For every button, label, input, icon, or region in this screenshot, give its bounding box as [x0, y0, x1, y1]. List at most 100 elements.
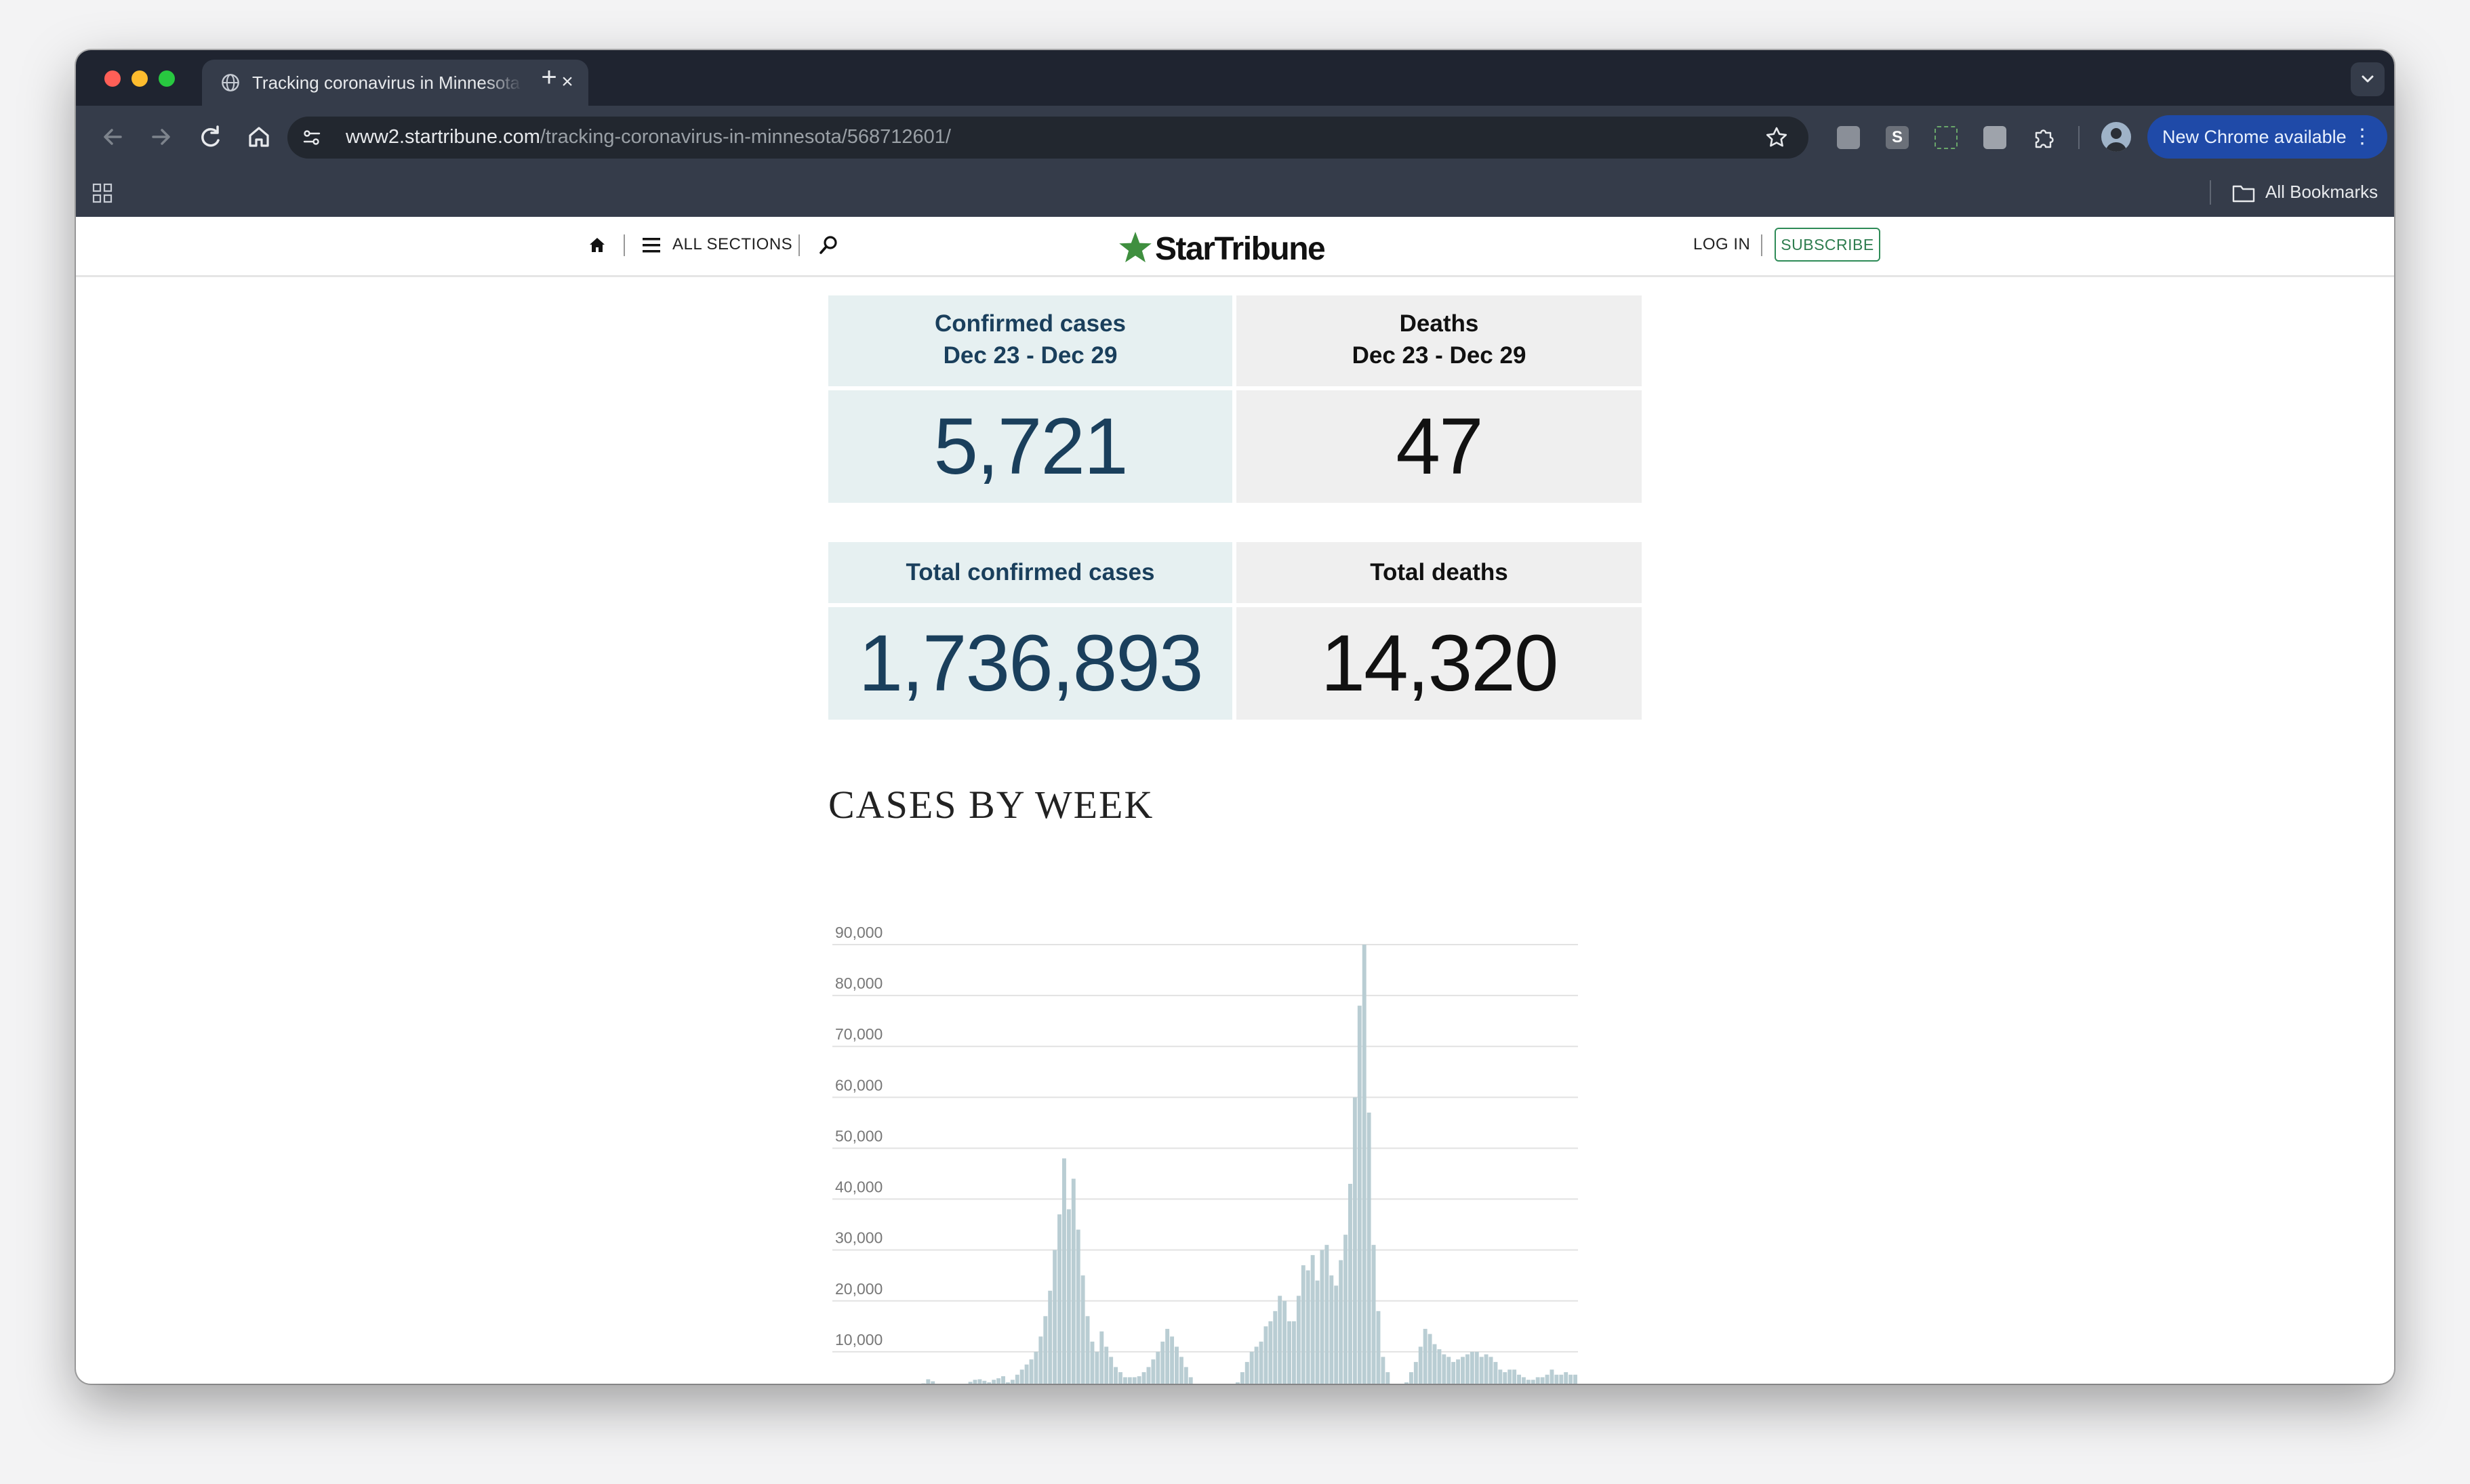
home-icon[interactable]	[586, 233, 609, 256]
bar	[1362, 945, 1366, 1384]
bar	[1296, 1296, 1301, 1384]
bar	[1418, 1346, 1423, 1384]
bar	[1498, 1369, 1503, 1384]
extension-s-icon[interactable]: S	[1886, 126, 1909, 149]
weekly-cases-box: 5,721	[828, 390, 1232, 503]
bar	[1503, 1372, 1507, 1384]
weekly-deaths-value: 47	[1396, 402, 1483, 491]
bar	[1385, 1372, 1390, 1384]
bar	[1278, 1296, 1282, 1384]
bar	[1137, 1376, 1141, 1384]
header-divider	[798, 234, 800, 256]
bookmarks-bar: All Bookmarks	[76, 168, 2394, 218]
total-deaths-box: 14,320	[1236, 607, 1642, 720]
subscribe-button[interactable]: SUBSCRIBE	[1775, 228, 1880, 262]
extension-icon-1[interactable]	[1837, 126, 1860, 149]
bar	[968, 1382, 973, 1384]
bar	[1456, 1359, 1461, 1384]
weekly-cases-value: 5,721	[933, 402, 1128, 491]
bar	[1381, 1357, 1385, 1384]
bar	[1287, 1321, 1291, 1384]
bar	[1254, 1346, 1259, 1384]
hamburger-menu-icon[interactable]	[641, 236, 663, 255]
apps-grid-icon[interactable]	[91, 182, 114, 205]
bar	[1183, 1367, 1188, 1384]
bar	[1451, 1361, 1456, 1384]
bar	[1057, 1214, 1061, 1384]
bar	[1165, 1329, 1170, 1384]
bar	[1315, 1280, 1320, 1384]
search-icon[interactable]	[816, 233, 841, 257]
bar	[1076, 1229, 1080, 1384]
bar	[1531, 1380, 1535, 1384]
tab-active[interactable]: Tracking coronavirus in Minnesota ×	[202, 60, 588, 106]
bar	[1099, 1331, 1104, 1384]
logo-text: StarTribune	[1155, 231, 1326, 267]
bar	[1554, 1374, 1559, 1384]
tab-search-button[interactable]	[2351, 62, 2385, 96]
folder-icon	[2232, 185, 2255, 203]
bar	[1301, 1265, 1305, 1384]
bar	[1282, 1300, 1287, 1384]
all-sections-link[interactable]: ALL SECTIONS	[672, 235, 792, 254]
bar	[1479, 1357, 1484, 1384]
extension-icon-4[interactable]	[1983, 126, 2006, 149]
home-icon[interactable]	[243, 121, 275, 153]
extension-screenshot-icon[interactable]	[1935, 126, 1958, 149]
bar	[1132, 1377, 1137, 1384]
bar	[1071, 1178, 1076, 1384]
bar	[1545, 1374, 1550, 1384]
bar	[1001, 1376, 1005, 1384]
maximize-window-button[interactable]	[159, 70, 175, 87]
bar	[1470, 1351, 1474, 1384]
header-divider	[1761, 234, 1762, 256]
bar	[1090, 1341, 1095, 1384]
bar	[1432, 1344, 1437, 1384]
bar	[1366, 1112, 1371, 1384]
bar	[1329, 1275, 1334, 1384]
y-tick-label: 70,000	[835, 1025, 883, 1043]
all-bookmarks-button[interactable]: All Bookmarks	[2265, 182, 2378, 203]
login-link[interactable]: LOG IN	[1693, 235, 1750, 254]
update-label: New Chrome available	[2162, 127, 2347, 147]
bar	[1428, 1334, 1432, 1384]
bar	[1493, 1361, 1498, 1384]
bar	[1446, 1357, 1451, 1384]
new-chrome-available-button[interactable]: New Chrome available ⋮	[2147, 115, 2387, 159]
bar	[1339, 1260, 1343, 1384]
cases-by-week-chart: 0 10,000 20,000 30,000 40,000 50,000 60,000 70,…	[832, 924, 1578, 1384]
minimize-window-button[interactable]	[131, 70, 148, 87]
new-tab-button[interactable]: +	[534, 62, 564, 92]
forward-arrow-icon[interactable]	[145, 121, 178, 153]
url-text[interactable]: www2.startribune.com/tracking-coronaviru…	[346, 126, 951, 149]
bar	[1409, 1372, 1413, 1384]
bar	[1240, 1372, 1244, 1384]
bar	[1484, 1354, 1489, 1384]
bookmark-star-icon[interactable]	[1764, 125, 1789, 150]
toolbar-divider	[2078, 126, 2080, 149]
startribune-logo[interactable]: StarTribune	[1117, 228, 1341, 267]
bar	[1465, 1354, 1470, 1384]
back-arrow-icon[interactable]	[96, 121, 129, 153]
bar	[1357, 1006, 1362, 1384]
bar	[1249, 1351, 1254, 1384]
bar	[1305, 1270, 1310, 1384]
bar	[1259, 1341, 1263, 1384]
bar	[1352, 1097, 1357, 1384]
bar	[1535, 1377, 1540, 1384]
bar	[1559, 1374, 1564, 1384]
bar	[1188, 1377, 1193, 1384]
bar	[1517, 1374, 1521, 1384]
profile-avatar[interactable]	[2101, 122, 2131, 152]
bar	[1085, 1316, 1090, 1384]
bar	[1512, 1369, 1517, 1384]
bar	[1474, 1351, 1479, 1384]
site-settings-icon[interactable]	[301, 127, 323, 148]
url-host: www2.startribune.com	[346, 126, 540, 148]
bar	[1573, 1374, 1577, 1384]
close-window-button[interactable]	[104, 70, 121, 87]
reload-icon[interactable]	[194, 121, 226, 153]
bar	[1019, 1369, 1024, 1384]
address-bar[interactable]: www2.startribune.com/tracking-coronaviru…	[287, 117, 1808, 159]
puzzle-piece-icon[interactable]	[2032, 126, 2055, 149]
